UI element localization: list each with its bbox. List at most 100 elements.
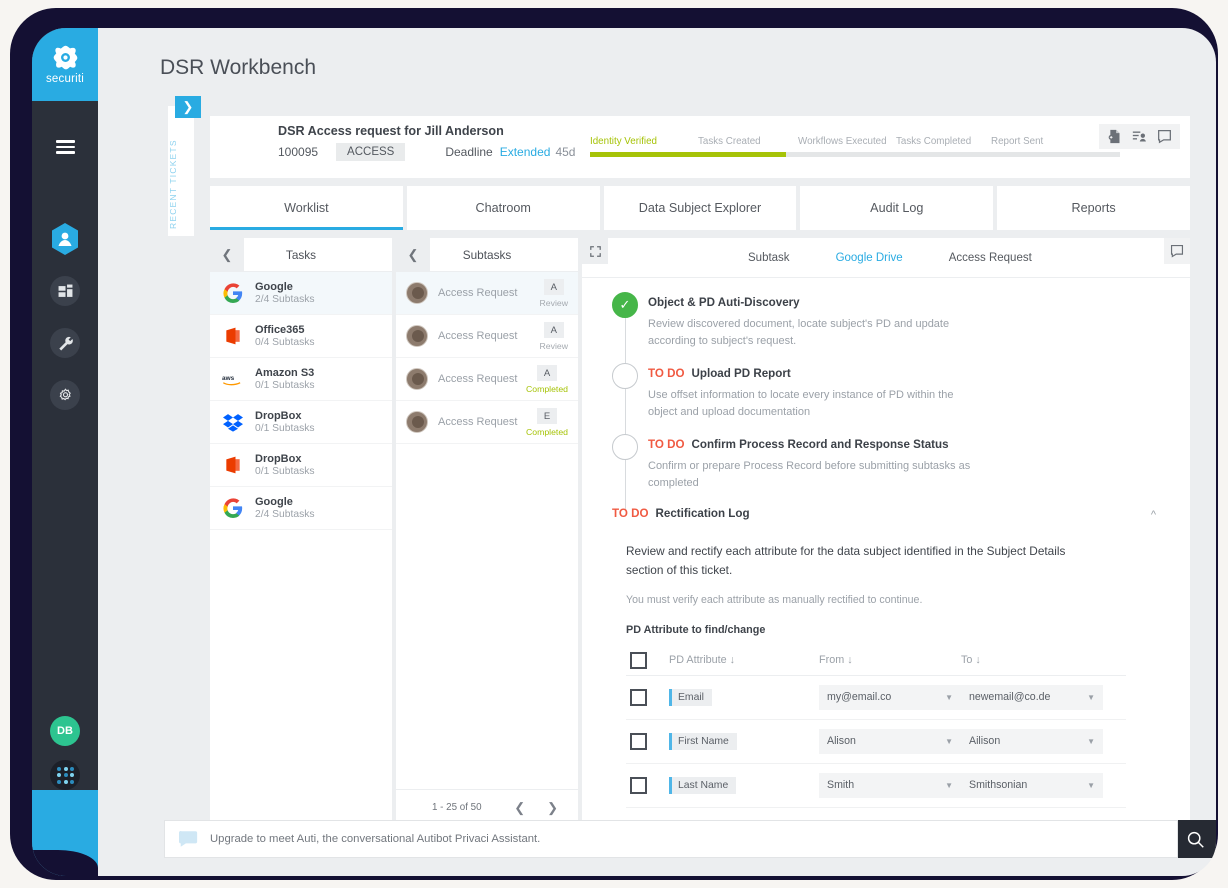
task-row[interactable]: DropBox 0/1 Subtasks	[210, 444, 392, 487]
task-subtasks: 2/4 Subtasks	[255, 509, 315, 520]
row-checkbox[interactable]	[630, 732, 647, 750]
tasks-back-button[interactable]: ❮	[210, 237, 244, 272]
google-icon	[222, 282, 244, 304]
arrow-down-icon[interactable]: ↓	[975, 654, 980, 666]
table-row: Last Name Smith ▼ Smithsonian ▼	[626, 764, 1126, 808]
main-tabs: Worklist Chatroom Data Subject Explorer …	[210, 186, 1190, 230]
to-value-dropdown[interactable]: Smithsonian ▼	[961, 772, 1103, 798]
arrow-down-icon[interactable]: ↓	[847, 654, 852, 666]
app-screen: securiti DB DSR Workbench ❯ RECENT TICKE…	[32, 28, 1216, 876]
tab-data-subject-explorer[interactable]: Data Subject Explorer	[603, 186, 797, 230]
tab-label: Audit Log	[870, 201, 924, 215]
search-icon[interactable]	[1186, 830, 1205, 849]
sidebar-item-dashboard[interactable]	[32, 265, 98, 317]
chevron-down-icon: ▼	[1087, 736, 1095, 746]
empty-circle-icon[interactable]	[612, 434, 638, 460]
todo-badge: TO DO	[648, 367, 685, 380]
subtask-name: Access Request	[438, 287, 518, 299]
sidebar-item-tools[interactable]	[32, 317, 98, 369]
deadline-extended-link[interactable]: Extended	[500, 145, 551, 159]
task-name: DropBox	[255, 453, 302, 465]
todo-badge: TO DO	[612, 507, 649, 520]
office365-icon	[222, 454, 244, 476]
worklist-panels: ❮ Tasks Google 2/4 Subtasks Office365 0/…	[210, 237, 1190, 852]
progress-track	[590, 152, 1120, 157]
to-value-dropdown[interactable]: newemail@co.de ▼	[961, 684, 1103, 710]
breadcrumb-google-drive[interactable]: Google Drive	[836, 252, 903, 264]
subtask-code: E	[536, 408, 557, 424]
expand-fullscreen-icon[interactable]	[582, 238, 608, 264]
tab-chatroom[interactable]: Chatroom	[406, 186, 600, 230]
task-row[interactable]: DropBox 0/1 Subtasks	[210, 401, 392, 444]
chevron-up-icon[interactable]: ^	[1151, 509, 1156, 521]
subtask-row[interactable]: Access Request A Review	[396, 272, 578, 315]
wrench-icon	[50, 328, 80, 358]
comment-icon[interactable]	[1157, 129, 1172, 144]
office365-icon	[222, 325, 244, 347]
from-value-dropdown[interactable]: Smith ▼	[819, 772, 961, 798]
subtask-detail-panel: Subtask Google Drive Access Request ✓ Ob…	[582, 238, 1190, 852]
hamburger-icon[interactable]	[32, 121, 98, 173]
pagination-prev-button[interactable]: ❮	[514, 800, 525, 816]
breadcrumb-access-request[interactable]: Access Request	[949, 252, 1032, 264]
subtask-row[interactable]: Access Request A Completed	[396, 358, 578, 401]
to-value-dropdown[interactable]: Ailison ▼	[961, 728, 1103, 754]
securiti-flower-icon	[52, 44, 79, 71]
todo-badge: TO DO	[648, 438, 685, 451]
assign-user-icon[interactable]	[1132, 129, 1147, 144]
timeline-description: Use offset information to locate every i…	[648, 389, 954, 418]
avatar	[406, 411, 428, 433]
device-bezel: securiti DB DSR Workbench ❯ RECENT TICKE…	[10, 8, 1218, 880]
avatar	[406, 368, 428, 390]
timeline-title: Confirm Process Record and Response Stat…	[691, 438, 949, 451]
avatar[interactable]: DB	[50, 716, 80, 746]
from-value-dropdown[interactable]: my@email.co ▼	[819, 684, 961, 710]
ticket-title: DSR Access request for Jill Anderson	[278, 124, 504, 138]
tab-label: Reports	[1071, 201, 1116, 215]
table-header-row: PD Attribute ↓ From ↓ To ↓	[626, 646, 1126, 676]
tab-reports[interactable]: Reports	[997, 186, 1190, 230]
subtasks-back-button[interactable]: ❮	[396, 237, 430, 272]
task-row[interactable]: Google 2/4 Subtasks	[210, 487, 392, 530]
task-row[interactable]: Google 2/4 Subtasks	[210, 272, 392, 315]
task-row[interactable]: Office365 0/4 Subtasks	[210, 315, 392, 358]
rectification-log-section: TO DO Rectification Log ^ Review and rect…	[582, 507, 1190, 852]
document-add-icon[interactable]	[1107, 129, 1122, 144]
task-subtasks: 0/1 Subtasks	[255, 466, 315, 477]
recent-tickets-label: RECENT TICKETS	[168, 139, 178, 229]
column-header-to: To ↓	[961, 654, 981, 667]
app-grid-icon[interactable]	[50, 760, 80, 790]
task-subtasks: 2/4 Subtasks	[255, 294, 315, 305]
tab-audit-log[interactable]: Audit Log	[800, 186, 994, 230]
subtask-code: A	[543, 322, 564, 338]
timeline-title: Object & PD Auti-Discovery	[648, 296, 800, 309]
rail-footer-decoration	[32, 790, 98, 876]
comment-icon[interactable]	[1164, 238, 1190, 264]
breadcrumb-subtask[interactable]: Subtask	[748, 252, 790, 264]
task-row[interactable]: aws Amazon S3 0/1 Subtasks	[210, 358, 392, 401]
row-checkbox[interactable]	[630, 776, 647, 794]
table-row: First Name Alison ▼ Ailison ▼	[626, 720, 1126, 764]
autibot-input[interactable]: Upgrade to meet Auti, the conversational…	[164, 820, 1178, 858]
dropbox-icon	[222, 411, 244, 433]
step-label-0: Identity Verified	[590, 136, 657, 147]
subtask-row[interactable]: Access Request A Review	[396, 315, 578, 358]
empty-circle-icon[interactable]	[612, 363, 638, 389]
tab-worklist[interactable]: Worklist	[210, 186, 403, 230]
breadcrumb: Subtask Google Drive Access Request	[748, 252, 1032, 264]
subtasks-panel-title: Subtasks	[462, 247, 512, 262]
arrow-down-icon[interactable]: ↓	[730, 654, 735, 666]
sidebar-item-privacy[interactable]	[32, 213, 98, 265]
subtask-status: Review	[539, 298, 569, 308]
timeline-title: Upload PD Report	[691, 367, 791, 380]
tab-label: Data Subject Explorer	[638, 201, 762, 215]
subtask-row[interactable]: Access Request E Completed	[396, 401, 578, 444]
row-checkbox[interactable]	[630, 688, 647, 706]
from-value-dropdown[interactable]: Alison ▼	[819, 728, 961, 754]
recent-tickets-rail[interactable]: ❯ RECENT TICKETS	[168, 96, 201, 236]
select-all-checkbox[interactable]	[630, 651, 647, 669]
chevron-right-icon[interactable]: ❯	[175, 96, 201, 118]
sidebar-item-settings[interactable]	[32, 369, 98, 421]
brand-logo-block[interactable]: securiti	[32, 28, 98, 101]
pagination-next-button[interactable]: ❯	[547, 800, 558, 816]
